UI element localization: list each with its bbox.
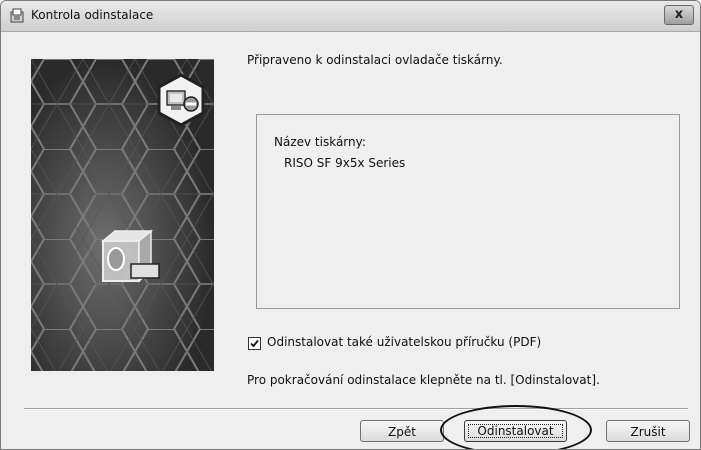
back-button[interactable]: Zpět	[360, 420, 444, 442]
focus-rectangle	[468, 424, 563, 438]
close-button[interactable]: x	[664, 5, 694, 25]
cancel-button[interactable]: Zrušit	[606, 420, 690, 442]
heading-text: Připraveno k odinstalaci ovladače tiskár…	[247, 53, 503, 67]
title-bar[interactable]: Kontrola odinstalace x	[1, 1, 700, 32]
hexagon-pattern	[31, 59, 214, 371]
uninstall-manual-label[interactable]: Odinstalovat také uživatelskou příručku …	[267, 335, 541, 349]
uninstall-computer-icon	[157, 73, 205, 127]
checkmark-icon	[250, 339, 259, 348]
installer-icon	[10, 8, 24, 23]
window-title: Kontrola odinstalace	[31, 8, 154, 22]
footer-divider	[24, 408, 688, 410]
side-banner-image	[31, 59, 214, 371]
uninstall-button[interactable]: Odinstalovat	[464, 420, 567, 442]
close-icon[interactable]: x	[675, 7, 683, 22]
printer-info-box: Název tiskárny: RISO SF 9x5x Series	[256, 114, 680, 309]
uninstall-manual-checkbox[interactable]	[248, 337, 261, 350]
instruction-text: Pro pokračování odinstalace klepněte na …	[247, 373, 600, 387]
printer-icon	[100, 229, 160, 283]
uninstall-dialog: Kontrola odinstalace x Připraveno k odin…	[0, 0, 701, 450]
printer-name-value: RISO SF 9x5x Series	[284, 156, 406, 170]
printer-name-label: Název tiskárny:	[274, 135, 366, 149]
